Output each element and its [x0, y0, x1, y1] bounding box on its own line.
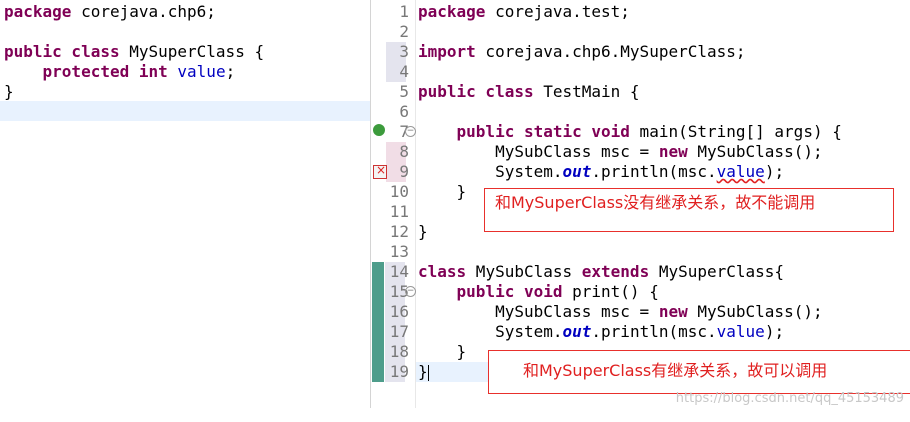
- error-field-value: value: [716, 162, 765, 181]
- code-line[interactable]: MySubClass msc = new MySubClass();: [371, 142, 910, 162]
- fold-collapse-icon[interactable]: −: [405, 286, 416, 297]
- code-line[interactable]: System.out.println(msc.value);: [371, 322, 910, 342]
- annotation-no-inheritance: 和MySuperClass没有继承关系，故不能调用: [484, 188, 894, 232]
- code-line[interactable]: import corejava.chp6.MySuperClass;: [371, 42, 910, 62]
- error-marker-icon[interactable]: [373, 163, 387, 179]
- code-line[interactable]: MySubClass msc = new MySubClass();: [371, 302, 910, 322]
- code-line[interactable]: package corejava.chp6;: [0, 2, 370, 22]
- code-line[interactable]: class MySubClass extends MySuperClass{: [371, 262, 910, 282]
- code-line[interactable]: protected int value;: [0, 62, 370, 82]
- code-line[interactable]: public class TestMain {: [371, 82, 910, 102]
- text-cursor: [427, 364, 429, 381]
- annotation-has-inheritance: 和MySuperClass有继承关系，故可以调用: [488, 350, 910, 394]
- code-line[interactable]: public class MySuperClass {: [0, 42, 370, 62]
- code-line[interactable]: }: [0, 82, 370, 102]
- left-editor-pane[interactable]: package corejava.chp6; public class MySu…: [0, 0, 371, 408]
- code-line[interactable]: public static void main(String[] args) {: [371, 122, 910, 142]
- code-line[interactable]: package corejava.test;: [371, 2, 910, 22]
- fold-collapse-icon[interactable]: −: [405, 126, 416, 137]
- right-editor-pane[interactable]: 1 2 3 4 5 6 7 8 9 10 11 12 13 14 15 16 17 18 19 package co…: [371, 0, 910, 408]
- current-line-highlight[interactable]: [0, 101, 370, 121]
- watermark: https://blog.csdn.net/qq_45153489: [675, 391, 904, 406]
- code-line[interactable]: public void print() {: [371, 282, 910, 302]
- run-main-icon[interactable]: [373, 124, 385, 136]
- code-line[interactable]: System.out.println(msc.value);: [371, 162, 910, 182]
